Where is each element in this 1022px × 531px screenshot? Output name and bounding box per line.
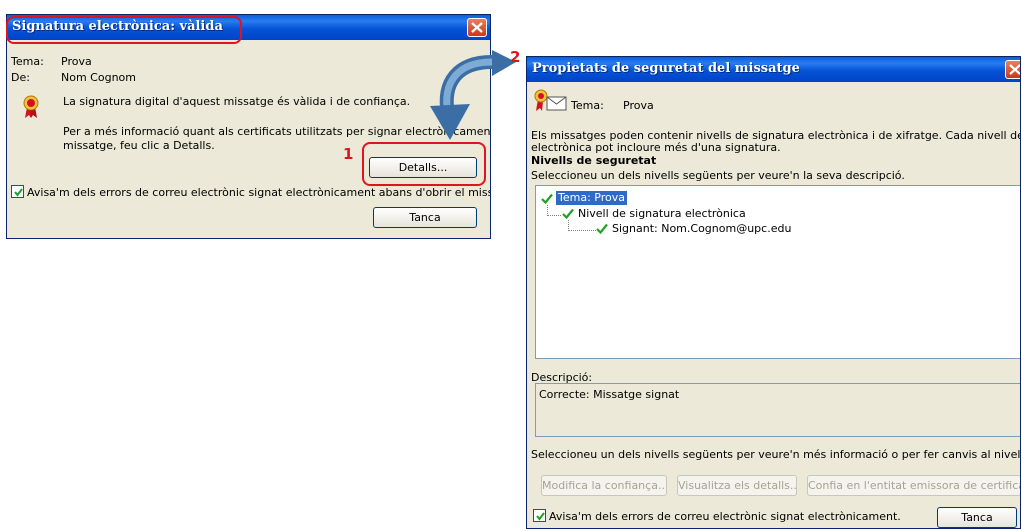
de-label: De: [11, 71, 30, 84]
tema-value: Prova [623, 99, 654, 112]
description-value: Correcte: Missatge signat [539, 388, 680, 401]
levels-instruction: Seleccioneu un dels nivells següents per… [531, 169, 905, 182]
close-button[interactable]: Tanca [373, 207, 477, 228]
close-icon[interactable] [1005, 60, 1020, 79]
view-details-button[interactable]: Visualitza els detalls... [677, 475, 797, 496]
curved-arrow-icon [420, 48, 520, 151]
security-levels-tree[interactable]: Tema: Prova Nivell de signatura electròn… [535, 185, 1020, 359]
warn-checkbox[interactable] [533, 509, 546, 522]
trust-issuer-button[interactable]: Confia en l'entitat emissora de certific… [807, 475, 1020, 496]
modify-trust-button[interactable]: Modifica la confiança... [541, 475, 667, 496]
security-properties-dialog: Propietats de seguretat del missatge Tem… [526, 56, 1021, 529]
step-number-1: 1 [343, 145, 354, 163]
dialog-title: Propietats de seguretat del missatge [532, 61, 800, 76]
close-button[interactable]: Tanca [937, 507, 1017, 528]
title-highlight-box [6, 16, 242, 44]
certificate-ribbon-icon [23, 95, 39, 122]
warn-checkbox[interactable] [11, 185, 24, 198]
tema-label: Tema: [11, 55, 44, 68]
tree-connector [568, 220, 596, 231]
validity-message: La signatura digital d'aquest missatge é… [63, 95, 411, 108]
tema-value: Prova [61, 55, 92, 68]
tree-item-signature-level[interactable]: Nivell de signatura electrònica [578, 207, 746, 220]
title-bar[interactable]: Propietats de seguretat del missatge [527, 57, 1020, 82]
select-instruction: Seleccioneu un dels nivells següents per… [531, 448, 1021, 461]
info-line-2: missatge, feu clic a Detalls. [63, 139, 215, 152]
description-box: Correcte: Missatge signat [535, 383, 1020, 437]
step-number-2: 2 [510, 48, 521, 66]
warn-checkbox-label[interactable]: Avisa'm dels errors de correu electrònic… [27, 186, 490, 199]
tree-connector [547, 205, 561, 216]
tree-item-subject[interactable]: Tema: Prova [556, 191, 627, 205]
de-value: Nom Cognom [61, 71, 136, 84]
tree-item-signer[interactable]: Signant: Nom.Cognom@upc.edu [612, 222, 791, 235]
warn-checkbox-label[interactable]: Avisa'm dels errors de correu electrònic… [549, 510, 901, 523]
checkmark-icon [596, 223, 608, 237]
close-icon[interactable] [467, 18, 487, 37]
tema-label: Tema: [571, 99, 604, 112]
levels-heading: Nivells de seguretat [531, 154, 657, 167]
signature-valid-dialog: Signatura electrònica: vàlida Tema: Prov… [6, 14, 491, 239]
certificate-envelope-icon [533, 89, 567, 116]
intro-line-2: electrònica pot incloure més d'una signa… [531, 141, 781, 154]
